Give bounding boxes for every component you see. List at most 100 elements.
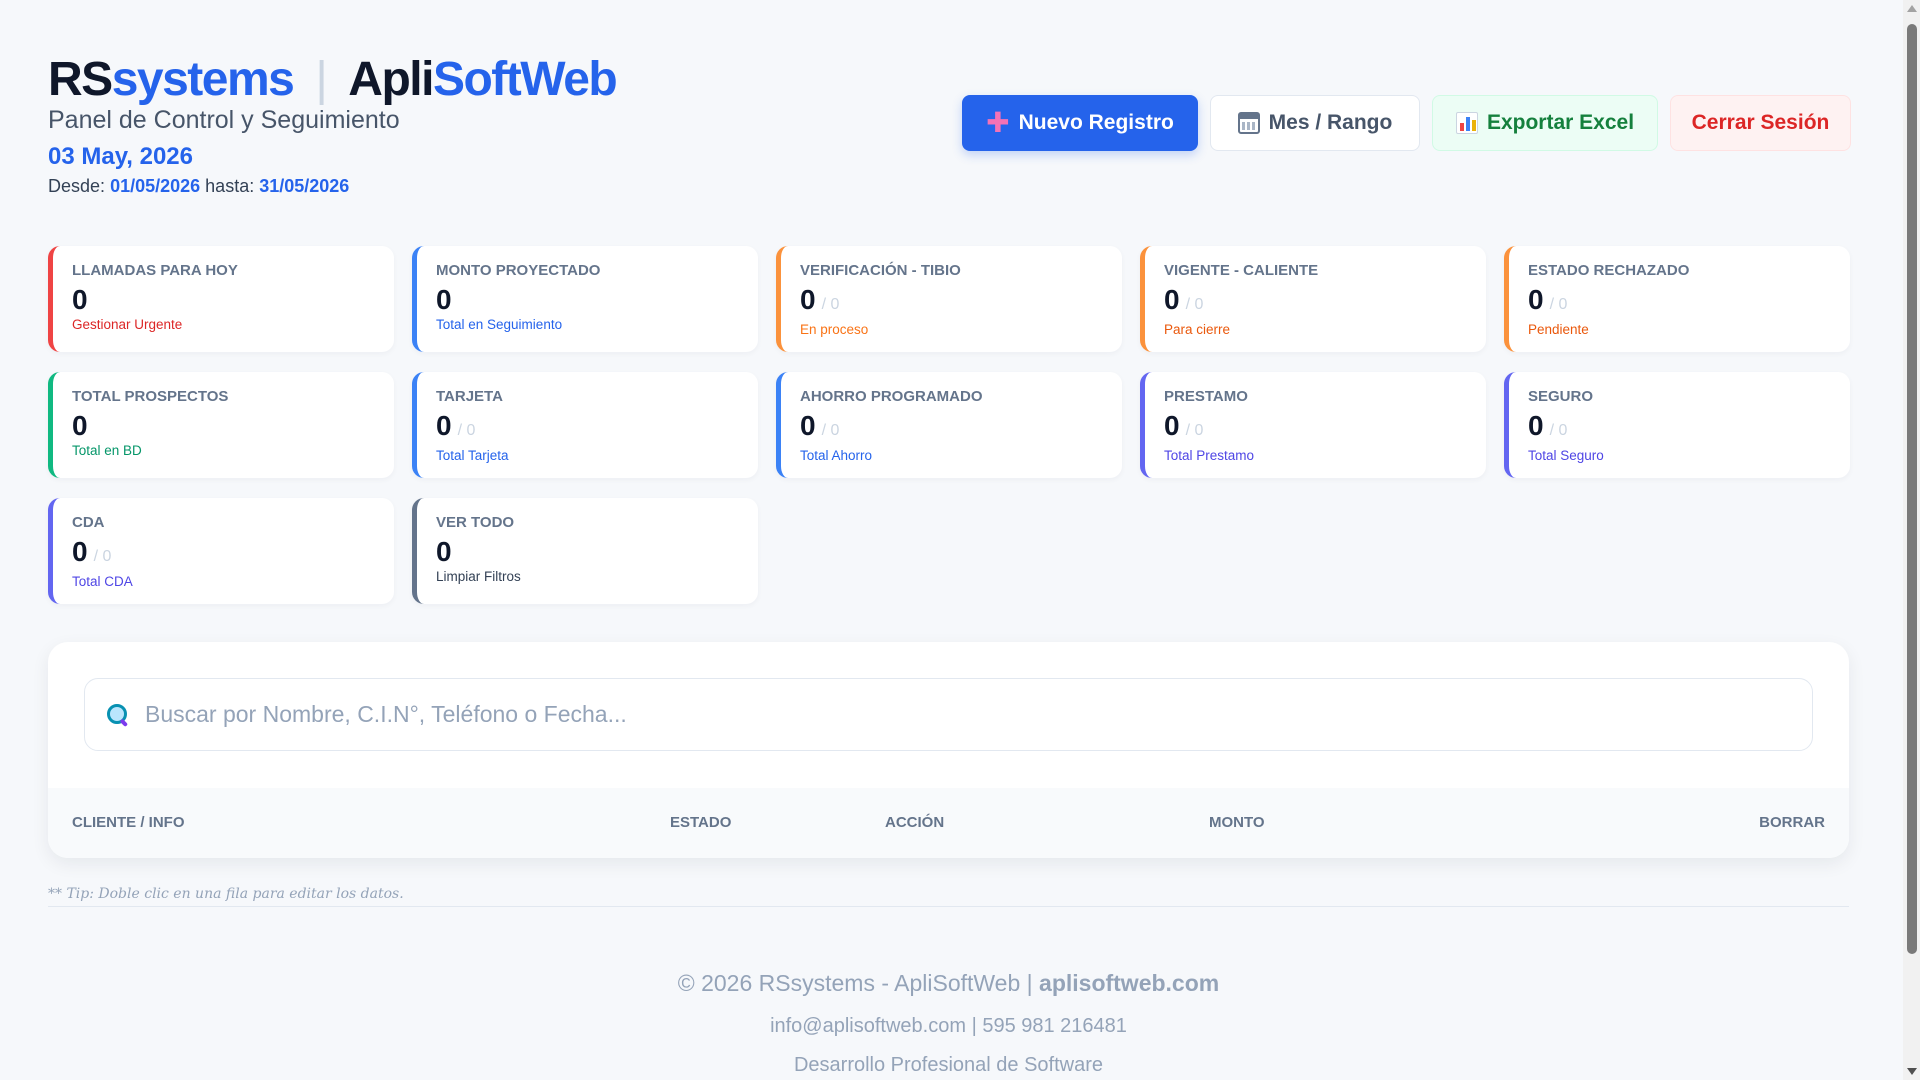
stat-card-total: / 0 (1549, 296, 1568, 313)
stat-card[interactable]: TOTAL PROSPECTOS 0 Total en BD (48, 372, 394, 478)
stat-card-caption: Limpiar Filtros (436, 569, 521, 584)
scroll-thumb[interactable] (1907, 24, 1917, 954)
stat-card[interactable]: VER TODO 0 Limpiar Filtros (412, 498, 758, 604)
stat-card[interactable]: SEGURO 0 / 0 Total Seguro (1504, 372, 1850, 478)
stat-card-value-row: 0 (72, 285, 394, 315)
footer-copyright: © 2026 RSsystems - ApliSoftWeb | aplisof… (48, 970, 1849, 997)
stat-card-total: / 0 (821, 296, 840, 313)
stat-card-label: VIGENTE - CALIENTE (1164, 262, 1319, 279)
stat-card-caption: Para cierre (1164, 322, 1231, 337)
header: RSsystems | ApliSoftWeb Panel de Control y… (48, 0, 1851, 215)
stat-card-value: 0 (1164, 410, 1180, 441)
stat-card[interactable]: TARJETA 0 / 0 Total Tarjeta (412, 372, 758, 478)
stat-card-label: PRESTAMO (1164, 388, 1248, 405)
range-to-label: hasta: (205, 176, 255, 196)
stat-card-value-row: 0 / 0 (436, 411, 758, 446)
export-excel-label: Exportar Excel (1486, 111, 1635, 134)
brand-logo: RSsystems | ApliSoftWeb (48, 52, 618, 108)
brand-rs: RS (48, 53, 113, 106)
range-to-value: 31/05/2026 (259, 176, 350, 196)
stat-card-label: CDA (72, 514, 105, 531)
current-date: 03 May, 2026 (48, 143, 193, 170)
stat-card[interactable]: LLAMADAS PARA HOY 0 Gestionar Urgente (48, 246, 394, 352)
dashboard-page: RSsystems | ApliSoftWeb Panel de Control y… (48, 0, 1851, 1076)
stat-card-label: VER TODO (436, 514, 515, 531)
vertical-scrollbar[interactable] (1903, 0, 1920, 1080)
stat-card-caption: Total Prestamo (1164, 448, 1255, 463)
records-panel: CLIENTE / INFO ESTADO ACCIÓN MONTO BORRA… (48, 642, 1849, 858)
stat-card-total: / 0 (1185, 296, 1204, 313)
brand-separator: | (315, 53, 327, 106)
stat-card-value-row: 0 / 0 (1528, 411, 1850, 446)
stat-card-value-row: 0 / 0 (1164, 285, 1486, 320)
stat-card[interactable]: CDA 0 / 0 Total CDA (48, 498, 394, 604)
search-box[interactable] (84, 678, 1813, 751)
new-record-button[interactable]: ✚ Nuevo Registro (962, 95, 1198, 151)
footer: © 2026 RSsystems - ApliSoftWeb | aplisof… (48, 970, 1849, 1077)
stat-card-value-row: 0 / 0 (1528, 285, 1850, 320)
divider (48, 906, 1849, 907)
stat-card-value: 0 (72, 410, 88, 441)
stat-card-caption: Total CDA (72, 574, 133, 589)
range-from-value: 01/05/2026 (110, 176, 201, 196)
logout-button[interactable]: Cerrar Sesión (1670, 95, 1851, 151)
month-range-label: Mes / Rango (1268, 111, 1393, 134)
scroll-down-arrow[interactable] (1907, 1068, 1917, 1075)
column-action: ACCIÓN (885, 814, 945, 831)
stat-card-caption: Total Seguro (1528, 448, 1604, 463)
website-link[interactable]: aplisoftweb.com (1039, 970, 1219, 996)
stat-card-value: 0 (436, 284, 452, 315)
copyright-text: © 2026 RSsystems - ApliSoftWeb | (677, 970, 1033, 996)
brand-apli: Apli (348, 53, 434, 106)
stat-card-value-row: 0 (436, 285, 758, 315)
brand-systems: systems (111, 53, 295, 106)
stat-card-total: / 0 (821, 422, 840, 439)
month-range-button[interactable]: Mes / Rango (1210, 95, 1420, 151)
table-header: CLIENTE / INFO ESTADO ACCIÓN MONTO BORRA… (48, 788, 1849, 858)
stat-card[interactable]: VIGENTE - CALIENTE 0 / 0 Para cierre (1140, 246, 1486, 352)
search-input[interactable] (145, 701, 1745, 728)
stat-card-label: LLAMADAS PARA HOY (72, 262, 238, 279)
stat-card[interactable]: AHORRO PROGRAMADO 0 / 0 Total Ahorro (776, 372, 1122, 478)
stat-card-value-row: 0 / 0 (1164, 411, 1486, 446)
stat-card-total: / 0 (93, 548, 112, 565)
stat-card-total: / 0 (457, 422, 476, 439)
stat-card-caption: Total Tarjeta (436, 448, 509, 463)
scroll-up-arrow[interactable] (1907, 5, 1917, 12)
column-amount: MONTO (1209, 814, 1265, 831)
stat-card-label: SEGURO (1528, 388, 1594, 405)
header-actions: ✚ Nuevo Registro Mes / Rango Exportar Ex… (962, 95, 1851, 151)
stat-card-value-row: 0 (436, 537, 758, 567)
export-excel-button[interactable]: Exportar Excel (1432, 95, 1658, 151)
stat-card[interactable]: PRESTAMO 0 / 0 Total Prestamo (1140, 372, 1486, 478)
plus-icon: ✚ (986, 107, 1010, 138)
stat-card-value-row: 0 (72, 411, 394, 441)
stat-card-label: VERIFICACIÓN - TIBIO (800, 262, 961, 279)
stat-card[interactable]: VERIFICACIÓN - TIBIO 0 / 0 En proceso (776, 246, 1122, 352)
stat-card[interactable]: ESTADO RECHAZADO 0 / 0 Pendiente (1504, 246, 1850, 352)
range-from-label: Desde: (48, 176, 106, 196)
footer-contact: info@aplisoftweb.com | 595 981 216481 (770, 1015, 1127, 1037)
bar-chart-icon (1455, 112, 1478, 134)
stat-card-value: 0 (436, 536, 452, 567)
stat-card-caption: Gestionar Urgente (72, 317, 183, 332)
stat-card-caption: En proceso (800, 322, 869, 337)
stat-card-label: TARJETA (436, 388, 503, 405)
logout-label: Cerrar Sesión (1691, 111, 1830, 134)
stat-card-total: / 0 (1185, 422, 1204, 439)
stat-card-label: ESTADO RECHAZADO (1528, 262, 1690, 279)
stat-card-total: / 0 (1549, 422, 1568, 439)
stat-card-value: 0 (1528, 410, 1544, 441)
stat-card[interactable]: MONTO PROYECTADO 0 Total en Seguimiento (412, 246, 758, 352)
stat-card-label: AHORRO PROGRAMADO (800, 388, 983, 405)
stat-card-value-row: 0 / 0 (72, 537, 394, 572)
stat-card-value: 0 (1528, 284, 1544, 315)
stat-card-caption: Pendiente (1528, 322, 1589, 337)
column-status: ESTADO (670, 814, 732, 831)
stat-card-value: 0 (1164, 284, 1180, 315)
brand-softweb: SoftWeb (432, 53, 618, 106)
stats-grid: LLAMADAS PARA HOY 0 Gestionar Urgente MONTO… (48, 246, 1850, 604)
stat-card-value: 0 (72, 284, 88, 315)
column-delete: BORRAR (1759, 814, 1825, 831)
stat-card-value: 0 (800, 410, 816, 441)
